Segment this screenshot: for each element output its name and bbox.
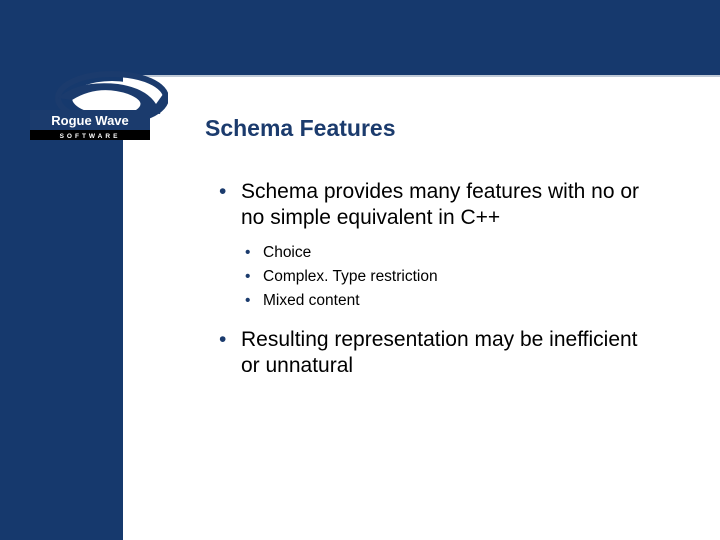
bullet-item: Resulting representation may be ineffici… — [215, 327, 660, 380]
sub-bullet-item: Complex. Type restriction — [241, 266, 660, 288]
slide-title: Schema Features — [205, 115, 395, 142]
bullet-item: Schema provides many features with no or… — [215, 179, 660, 313]
sub-bullet-item: Mixed content — [241, 290, 660, 312]
brand-subtitle-text: SOFTWARE — [60, 133, 121, 140]
slide-body: Schema Features Schema provides many fea… — [123, 77, 720, 540]
brand-logo: Rogue Wave SOFTWARE — [28, 70, 168, 148]
bullet-text: Schema provides many features with no or… — [241, 180, 639, 229]
slide-content: Schema provides many features with no or… — [215, 179, 660, 393]
brand-name-text: Rogue Wave — [51, 113, 129, 128]
bullet-text: Resulting representation may be ineffici… — [241, 328, 638, 377]
sub-bullet-item: Choice — [241, 242, 660, 264]
